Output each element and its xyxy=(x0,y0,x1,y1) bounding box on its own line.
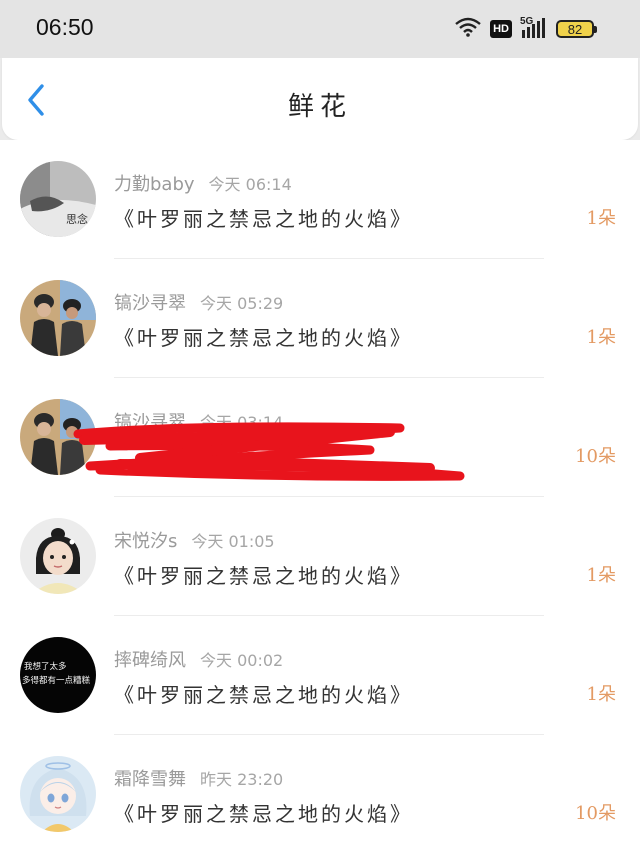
record-time: 今天 06:14 xyxy=(208,175,292,194)
avatar-caption: 多得都有一点糟糕 xyxy=(22,675,91,686)
avatar-caption: 思念 xyxy=(66,212,88,226)
record-time: 今天 00:02 xyxy=(200,651,284,670)
book-title: 《叶罗丽之禁忌之地的火焰》 xyxy=(114,564,413,588)
user-name[interactable]: 摔碑绮风 xyxy=(114,650,186,671)
list-item[interactable]: 霜降雪舞 昨天 23:20 《叶罗丽之禁忌之地的火焰》 10朵 xyxy=(0,735,640,862)
wifi-icon xyxy=(454,17,482,41)
avatar[interactable] xyxy=(20,518,96,594)
flower-count: 1朵 xyxy=(586,684,616,705)
book-title: 《叶罗丽之禁忌之地的火焰》 xyxy=(114,802,413,826)
record-meta: 力勤baby 今天 06:14 xyxy=(114,170,292,196)
avatar[interactable] xyxy=(20,756,96,832)
flower-record-list: 思念 力勤baby 今天 06:14 《叶罗丽之禁忌之地的火焰》 1朵 镐沙寻翠今… xyxy=(0,140,640,862)
avatar[interactable] xyxy=(20,399,96,475)
flower-count: 10朵 xyxy=(575,803,616,824)
user-name[interactable]: 力勤baby xyxy=(114,174,195,195)
user-name[interactable]: 镐沙寻翠 xyxy=(114,293,186,314)
flower-count: 10朵 xyxy=(575,446,616,467)
record-meta: 镐沙寻翠 今天 05:29 xyxy=(114,289,283,315)
page-title: 鲜花 xyxy=(287,92,352,122)
avatar[interactable]: 我想了太多 多得都有一点糟糕 xyxy=(20,637,96,713)
record-meta: 镐沙寻翠 今天 03:14 xyxy=(114,408,283,434)
battery-icon: 82 xyxy=(556,20,597,38)
flower-count: 1朵 xyxy=(586,208,616,229)
record-meta: 霜降雪舞 昨天 23:20 xyxy=(114,765,283,791)
signal-icon: 5G xyxy=(520,16,548,40)
list-item[interactable]: 镐沙寻翠 今天 05:29 《叶罗丽之禁忌之地的火焰》 1朵 xyxy=(0,259,640,378)
list-item[interactable]: 宋悦汐s 今天 01:05 《叶罗丽之禁忌之地的火焰》 1朵 xyxy=(0,497,640,616)
flower-count: 1朵 xyxy=(586,327,616,348)
book-title: 《叶罗丽之禁忌之地的火焰》 xyxy=(114,683,413,707)
avatar[interactable] xyxy=(20,280,96,356)
hd-badge: HD xyxy=(490,20,512,38)
list-item[interactable]: 思念 力勤baby 今天 06:14 《叶罗丽之禁忌之地的火焰》 1朵 xyxy=(0,140,640,259)
list-item[interactable]: 我想了太多 多得都有一点糟糕 摔碑绮风 今天 00:02 《叶罗丽之禁忌之地的火焰… xyxy=(0,616,640,735)
book-title: 《叶罗丽之禁忌之地的火焰》 xyxy=(114,326,413,350)
avatar[interactable]: 思念 xyxy=(20,161,96,237)
flower-count: 1朵 xyxy=(586,565,616,586)
book-title: 《叶罗丽之禁忌之地的火焰》 xyxy=(114,207,413,231)
record-time: 今天 03:14 xyxy=(200,413,284,432)
nav-bar: 鲜花 xyxy=(2,58,638,140)
record-time: 今天 01:05 xyxy=(191,532,275,551)
user-name[interactable]: 镐沙寻翠 xyxy=(114,412,186,433)
status-icons: HD 5G 82 xyxy=(454,16,597,42)
battery-level: 82 xyxy=(567,21,583,37)
user-name[interactable]: 宋悦汐s xyxy=(114,531,177,552)
record-time: 今天 05:29 xyxy=(200,294,284,313)
status-time: 06:50 xyxy=(36,14,94,40)
status-bar: 06:50 HD 5G 82 xyxy=(0,0,640,58)
avatar-caption: 我想了太多 xyxy=(24,661,67,672)
user-name[interactable]: 霜降雪舞 xyxy=(114,769,186,790)
list-item[interactable]: 镐沙寻翠 今天 03:14 10朵 xyxy=(0,378,640,497)
record-time: 昨天 23:20 xyxy=(200,770,284,789)
record-meta: 宋悦汐s 今天 01:05 xyxy=(114,527,275,553)
record-meta: 摔碑绮风 今天 00:02 xyxy=(114,646,283,672)
